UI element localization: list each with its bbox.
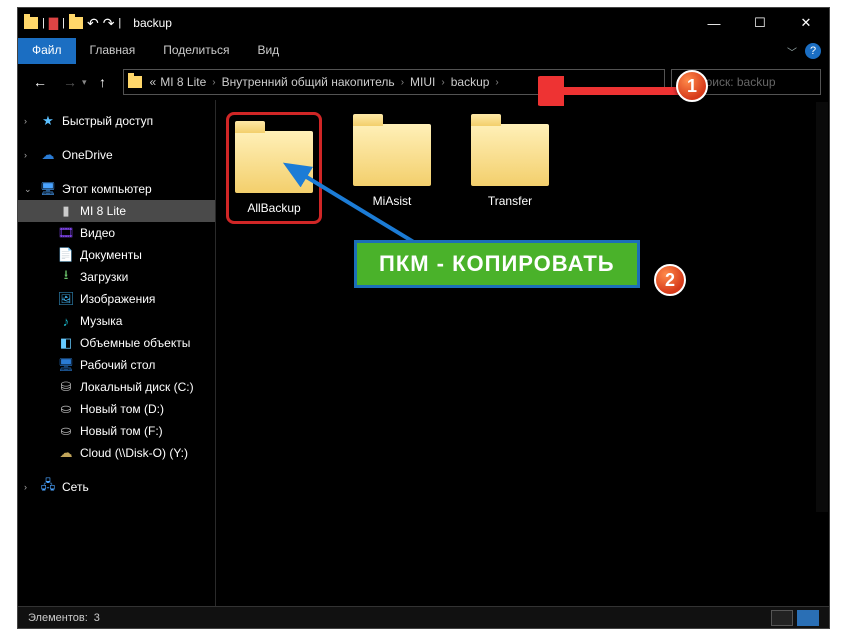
sidebar-item-label: Этот компьютер [62, 182, 152, 196]
sidebar-item-desktop[interactable]: 🖥 Рабочий стол [18, 354, 215, 376]
qat-separator: | [62, 17, 65, 29]
disk-icon: ⛀ [58, 401, 74, 417]
nav-back-button[interactable]: ← [26, 68, 54, 96]
breadcrumb-miui[interactable]: MIUI [408, 75, 437, 89]
breadcrumb-device[interactable]: MI 8 Lite [158, 75, 208, 89]
scrollbar[interactable] [816, 102, 828, 512]
sidebar-item-label: Быстрый доступ [62, 114, 153, 128]
minimize-button[interactable]: — [691, 8, 737, 38]
tab-home[interactable]: Главная [76, 38, 150, 64]
nav-forward-button[interactable]: → [56, 68, 84, 96]
undo-icon[interactable]: ↶ [87, 15, 99, 32]
address-folder-icon [128, 76, 142, 88]
sidebar-item-music[interactable]: ♪ Музыка [18, 310, 215, 332]
annotation-callout: ПКМ - КОПИРОВАТЬ [354, 240, 640, 288]
music-icon: ♪ [58, 313, 74, 329]
sidebar-item-label: Новый том (D:) [80, 402, 164, 416]
cube-icon: ◧ [58, 335, 74, 351]
download-icon: ⭳ [58, 269, 74, 285]
folder-icon [471, 124, 549, 186]
explorer-window: | ▇ | ↶ ↷ | backup — ☐ ✕ Файл Главная По… [17, 7, 830, 629]
view-details-button[interactable] [771, 610, 793, 626]
cloud-icon: ☁ [40, 147, 56, 163]
disk-icon: ⛀ [58, 423, 74, 439]
sidebar-item-label: Документы [80, 248, 142, 262]
nav-history-icon[interactable]: ▾ [82, 77, 87, 88]
help-icon[interactable]: ? [805, 43, 821, 59]
sidebar-item-quick-access[interactable]: ›★Быстрый доступ [18, 110, 215, 132]
close-button[interactable]: ✕ [783, 8, 829, 38]
sidebar-item-label: Загрузки [80, 270, 128, 284]
chevron-right-icon[interactable]: › [491, 77, 502, 88]
tab-share[interactable]: Поделиться [149, 38, 243, 64]
sidebar-item-disk-d[interactable]: ⛀ Новый том (D:) [18, 398, 215, 420]
network-drive-icon: ☁ [58, 445, 74, 461]
maximize-button[interactable]: ☐ [737, 8, 783, 38]
sidebar-item-network-disk[interactable]: ☁ Cloud (\\Disk-O) (Y:) [18, 442, 215, 464]
annotation-marker-2: 2 [654, 264, 686, 296]
status-count: 3 [94, 612, 100, 624]
pc-icon: 🖥 [40, 181, 56, 197]
sidebar-item-label: Изображения [80, 292, 155, 306]
qat-separator: | [118, 17, 121, 29]
disk-icon: ⛁ [58, 379, 74, 395]
desktop-icon: 🖥 [58, 357, 74, 373]
qat-separator: | [42, 17, 45, 29]
sidebar-item-label: Объемные объекты [80, 336, 190, 350]
sidebar-item-network[interactable]: ›🖧Сеть [18, 476, 215, 498]
app-folder-icon [24, 17, 38, 29]
sidebar-item-pictures[interactable]: 🖼 Изображения [18, 288, 215, 310]
sidebar-item-3d-objects[interactable]: ◧ Объемные объекты [18, 332, 215, 354]
sidebar-item-label: Видео [80, 226, 115, 240]
ribbon-collapse-icon[interactable]: ﹀ [787, 44, 797, 59]
sidebar-item-label: Cloud (\\Disk-O) (Y:) [80, 446, 188, 460]
chevron-right-icon[interactable]: › [397, 77, 408, 88]
annotation-arrow-red [538, 76, 698, 106]
chevron-right-icon[interactable]: › [437, 77, 448, 88]
sidebar-item-disk-c[interactable]: ⛁ Локальный диск (C:) [18, 376, 215, 398]
status-label: Элементов: [28, 612, 88, 624]
video-icon: 🎞 [58, 225, 74, 241]
annotation-marker-1: 1 [676, 70, 708, 102]
breadcrumb-overflow[interactable]: « [148, 75, 159, 89]
breadcrumb-storage[interactable]: Внутренний общий накопитель [220, 75, 397, 89]
redo-icon[interactable]: ↷ [103, 15, 115, 32]
qat-folder-icon[interactable] [69, 17, 83, 29]
search-placeholder: Поиск: backup [697, 75, 776, 89]
sidebar-item-device[interactable]: ▮ MI 8 Lite [18, 200, 215, 222]
sidebar-item-videos[interactable]: 🎞 Видео [18, 222, 215, 244]
network-icon: 🖧 [40, 479, 56, 495]
tab-file[interactable]: Файл [18, 38, 76, 64]
image-icon: 🖼 [58, 291, 74, 307]
window-title: backup [133, 16, 172, 30]
sidebar-item-disk-f[interactable]: ⛀ Новый том (F:) [18, 420, 215, 442]
document-icon: 📄 [58, 247, 74, 263]
sidebar-item-downloads[interactable]: ⭳ Загрузки [18, 266, 215, 288]
ribbon-tabs: Файл Главная Поделиться Вид ﹀ ? [18, 38, 829, 64]
star-icon: ★ [40, 113, 56, 129]
sidebar-item-label: OneDrive [62, 148, 113, 162]
sidebar-item-label: Сеть [62, 480, 89, 494]
chevron-right-icon[interactable]: › [208, 77, 219, 88]
sidebar-item-this-pc[interactable]: ⌄🖥Этот компьютер [18, 178, 215, 200]
title-bar: | ▇ | ↶ ↷ | backup — ☐ ✕ [18, 8, 829, 38]
folder-label: Transfer [488, 194, 532, 208]
status-bar: Элементов: 3 [18, 606, 829, 628]
nav-up-button[interactable]: ↑ [89, 68, 117, 96]
navigation-pane: ›★Быстрый доступ ›☁OneDrive ⌄🖥Этот компь… [18, 100, 216, 606]
sidebar-item-onedrive[interactable]: ›☁OneDrive [18, 144, 215, 166]
sidebar-item-label: Рабочий стол [80, 358, 155, 372]
view-icons-button[interactable] [797, 610, 819, 626]
breadcrumb-backup[interactable]: backup [449, 75, 492, 89]
qat-save-icon[interactable]: ▇ [49, 16, 58, 30]
tab-view[interactable]: Вид [243, 38, 293, 64]
sidebar-item-label: Новый том (F:) [80, 424, 163, 438]
sidebar-item-label: Музыка [80, 314, 122, 328]
folder-item-transfer[interactable]: Transfer [462, 112, 558, 224]
sidebar-item-documents[interactable]: 📄 Документы [18, 244, 215, 266]
phone-icon: ▮ [58, 203, 74, 219]
sidebar-item-label: MI 8 Lite [80, 204, 126, 218]
sidebar-item-label: Локальный диск (C:) [80, 380, 194, 394]
